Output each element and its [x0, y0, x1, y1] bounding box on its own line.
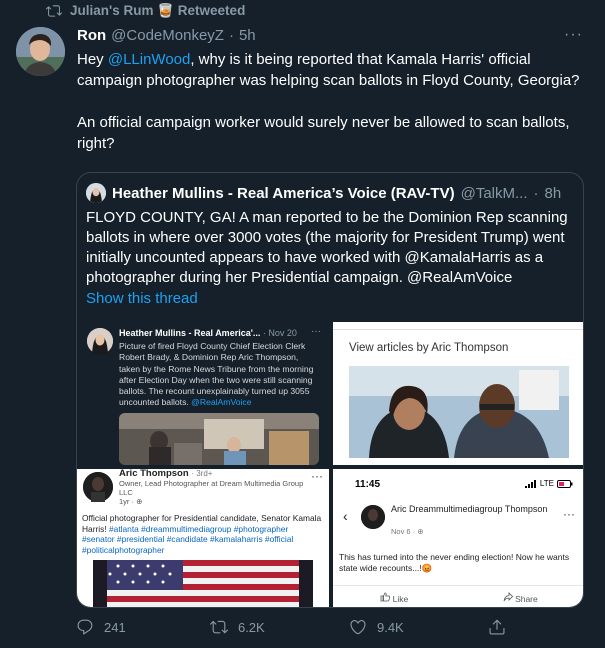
media-grid: Heather Mullins - Real America'... · Nov…	[77, 322, 583, 607]
fb-author-name: Aric Dreammultimediagroup Thompson	[391, 504, 548, 514]
reply-count: 241	[104, 619, 126, 635]
quoted-author-name: Heather Mullins - Real America’s Voice (…	[112, 184, 455, 202]
media-image-3[interactable]: Aric Thompson · 3rd+ Owner, Lead Photogr…	[77, 469, 329, 607]
retweet-icon	[209, 620, 228, 634]
retweeted-by-bar[interactable]: Julian's Rum 🥃 Retweeted	[46, 3, 245, 19]
fb-avatar	[361, 505, 385, 529]
post-degree: · 3rd+	[191, 469, 213, 478]
post-hashtags: #atlanta #dreammultimediagroup #photogra…	[82, 523, 294, 555]
share-button[interactable]	[488, 618, 506, 636]
screenshot-more-icon: ···	[311, 326, 321, 337]
post-avatar	[83, 472, 113, 502]
network-label: LTE	[539, 479, 554, 488]
author-handle[interactable]: @CodeMonkeyZ	[111, 27, 224, 44]
quoted-timestamp: 8h	[544, 184, 562, 202]
share-icon	[489, 619, 505, 635]
retweet-icon	[46, 5, 62, 17]
tweet-paragraph-2: An official campaign worker would surely…	[77, 114, 570, 152]
more-options-icon[interactable]: ···	[564, 26, 583, 44]
post-headline: Owner, Lead Photographer at Dream Multim…	[119, 479, 304, 497]
heart-icon	[350, 620, 366, 635]
signal-icon	[524, 479, 536, 488]
author-name[interactable]: Ron	[77, 27, 106, 44]
reply-icon	[77, 619, 93, 635]
tweet-text-prefix: Hey	[77, 51, 108, 68]
thumbs-up-icon	[380, 592, 391, 601]
fb-more-icon: ···	[563, 507, 575, 521]
view-articles-label: View articles by Aric Thompson	[349, 342, 509, 354]
like-count: 9.4K	[376, 619, 404, 635]
fb-share-label: Share	[515, 593, 538, 604]
post-author-name: Aric Thompson	[119, 469, 189, 479]
profile-strip	[333, 322, 583, 330]
screenshot-author: Heather Mullins - Real America'... · Nov…	[119, 328, 297, 338]
media-image-1[interactable]: Heather Mullins - Real America'... · Nov…	[77, 322, 329, 465]
fb-post-date: Nov 6 · ⊕	[391, 527, 424, 536]
reply-button[interactable]: 241	[76, 618, 126, 636]
tweet-header: Ron @CodeMonkeyZ · 5h	[77, 27, 256, 44]
post-author: Aric Thompson · 3rd+	[119, 469, 212, 479]
flag-photo	[93, 560, 313, 607]
office-photo	[119, 413, 319, 465]
fb-like-label: Like	[392, 593, 409, 604]
separator-dot: ·	[228, 27, 234, 44]
quoted-tweet-header: Heather Mullins - Real America’s Voice (…	[86, 183, 561, 203]
retweet-button[interactable]: 6.2K	[209, 618, 265, 636]
screenshot-text: Picture of fired Floyd County Chief Elec…	[119, 341, 319, 409]
post-text: Official photographer for Presidential c…	[82, 513, 322, 555]
screenshot-avatar	[87, 328, 113, 354]
media-image-4[interactable]: 11:45 LTE ‹ Aric Dreammultimediagroup Th…	[333, 469, 583, 607]
tweet-paragraph-1: Hey @LLinWood, why is it being reported …	[77, 49, 589, 91]
screenshot-date: · Nov 20	[262, 328, 297, 338]
screenshot-link: @RealAmVoice	[191, 397, 252, 408]
media-image-2[interactable]: View articles by Aric Thompson	[333, 322, 583, 465]
quoted-author-handle: @TalkM...	[460, 184, 528, 202]
tweet-actions: 241 6.2K 9.4K	[76, 618, 506, 636]
retweet-count: 6.2K	[237, 619, 265, 635]
tweet-timestamp[interactable]: 5h	[239, 27, 256, 44]
fb-like: Like	[380, 592, 408, 604]
fb-action-bar: Like Share	[333, 585, 583, 607]
quoted-tweet-text: FLOYD COUNTY, GA! A man reported to be t…	[86, 209, 568, 286]
separator-dot: ·	[533, 184, 539, 202]
post-age: 1yr · ⊕	[119, 497, 143, 506]
phone-status: LTE	[524, 479, 573, 488]
like-button[interactable]: 9.4K	[349, 618, 404, 636]
fb-share: Share	[503, 591, 538, 604]
screenshot-author-name: Heather Mullins - Real America'...	[119, 328, 261, 338]
quoted-tweet[interactable]: Heather Mullins - Real America’s Voice (…	[76, 172, 584, 608]
tweet-body: Hey @LLinWood, why is it being reported …	[77, 49, 589, 175]
battery-icon	[557, 479, 573, 488]
phone-clock: 11:45	[355, 479, 381, 490]
post-more-icon: ···	[311, 469, 323, 483]
retweeted-by-text: Julian's Rum 🥃 Retweeted	[70, 3, 246, 18]
selfie-photo	[349, 366, 569, 458]
post-subtitle: Owner, Lead Photographer at Dream Multim…	[119, 479, 309, 506]
share-arrow-icon	[503, 591, 513, 601]
show-thread-link[interactable]: Show this thread	[86, 290, 198, 307]
author-avatar[interactable]	[16, 27, 65, 76]
back-arrow-icon: ‹	[343, 508, 348, 524]
fb-post-text: This has turned into the never ending el…	[339, 552, 570, 573]
mention-link[interactable]: @LLinWood	[108, 51, 191, 68]
quoted-author-avatar	[86, 183, 106, 203]
